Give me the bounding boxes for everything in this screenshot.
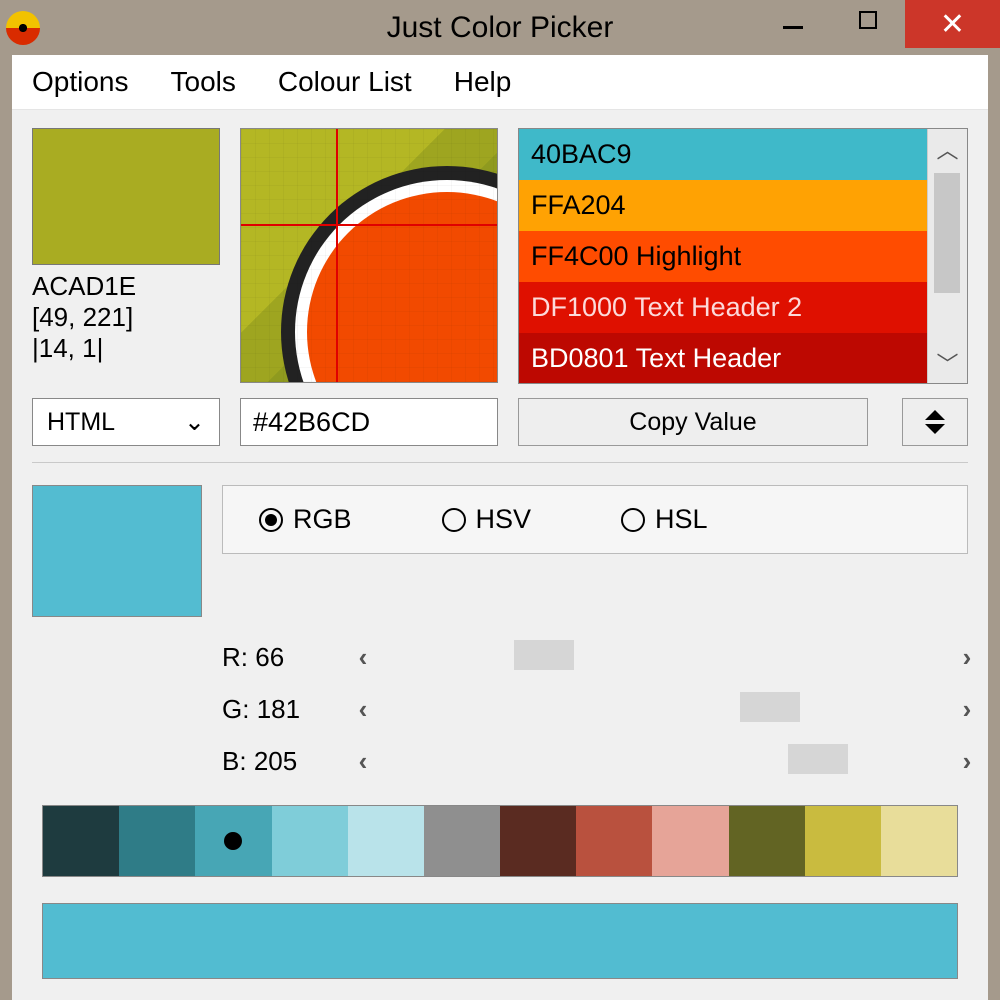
channel-g-slider[interactable]: ‹ ›	[342, 688, 988, 730]
channel-g: G: 181 ‹ ›	[222, 683, 988, 735]
colour-list-item[interactable]: DF1000 Text Header 2	[519, 282, 927, 333]
palette-swatch[interactable]	[195, 806, 271, 876]
channel-b-slider[interactable]: ‹ ›	[342, 740, 988, 782]
palette-swatch[interactable]	[500, 806, 576, 876]
chevron-down-icon: ⌄	[184, 407, 205, 437]
palette-selected-dot-icon	[224, 832, 242, 850]
zoom-column	[240, 128, 498, 384]
palette-swatch[interactable]	[652, 806, 728, 876]
slider-right-icon[interactable]: ›	[946, 636, 988, 678]
list-stepper[interactable]	[902, 398, 968, 446]
slider-thumb[interactable]	[740, 692, 800, 722]
radio-dot-icon	[259, 508, 283, 532]
picked-column: ACAD1E [49, 221] |14, 1|	[32, 128, 220, 384]
slider-left-icon[interactable]: ‹	[342, 740, 384, 782]
radio-dot-icon	[442, 508, 466, 532]
palette-swatch[interactable]	[272, 806, 348, 876]
palette-swatch[interactable]	[881, 806, 957, 876]
channel-b: B: 205 ‹ ›	[222, 735, 988, 787]
zoom-preview	[240, 128, 498, 383]
client-area: Options Tools Colour List Help ACAD1E [4…	[12, 55, 988, 1000]
top-row: ACAD1E [49, 221] |14, 1| 40BAC9FFA204FF4…	[12, 110, 988, 384]
picked-rel-pos: |14, 1|	[32, 333, 220, 364]
palette-swatch[interactable]	[576, 806, 652, 876]
slider-right-icon[interactable]: ›	[946, 688, 988, 730]
colour-list-scrollbar[interactable]: ︿ ﹀	[927, 129, 967, 383]
channel-g-label: G: 181	[222, 694, 342, 725]
colour-list-item[interactable]: BD0801 Text Header	[519, 333, 927, 384]
scroll-thumb[interactable]	[934, 173, 960, 293]
menubar: Options Tools Colour List Help	[12, 55, 988, 110]
radio-dot-icon	[621, 508, 645, 532]
titlebar: Just Color Picker ✕	[0, 0, 1000, 55]
menu-colour-list[interactable]: Colour List	[278, 66, 412, 98]
palette-swatch[interactable]	[805, 806, 881, 876]
menu-tools[interactable]: Tools	[171, 66, 236, 98]
palette-swatch[interactable]	[119, 806, 195, 876]
palette-swatch[interactable]	[348, 806, 424, 876]
slider-thumb[interactable]	[788, 744, 848, 774]
copy-value-label: Copy Value	[629, 408, 756, 437]
format-dropdown[interactable]: HTML ⌄	[32, 398, 220, 446]
radio-hsl[interactable]: HSL	[621, 504, 708, 535]
copy-value-button[interactable]: Copy Value	[518, 398, 868, 446]
color-value-field[interactable]: #42B6CD	[240, 398, 498, 446]
radio-hsl-label: HSL	[655, 504, 708, 535]
channels: R: 66 ‹ › G: 181 ‹ › B: 205 ‹	[12, 631, 988, 787]
channel-b-label: B: 205	[222, 746, 342, 777]
colour-list-column: 40BAC9FFA204FF4C00 HighlightDF1000 Text …	[518, 128, 968, 384]
menu-options[interactable]: Options	[32, 66, 129, 98]
channel-r-label: R: 66	[222, 642, 342, 673]
crosshair-v-icon	[336, 129, 338, 382]
palette-row	[42, 805, 958, 877]
window-buttons: ✕	[755, 0, 1000, 45]
selected-swatch	[32, 485, 202, 617]
picked-screen-pos: [49, 221]	[32, 302, 220, 333]
channel-r: R: 66 ‹ ›	[222, 631, 988, 683]
format-selected: HTML	[47, 408, 115, 437]
app-icon	[6, 11, 40, 45]
app-window: Just Color Picker ✕ Options Tools Colour…	[0, 0, 1000, 1000]
channel-r-slider[interactable]: ‹ ›	[342, 636, 988, 678]
stepper-up-icon	[925, 410, 945, 420]
maximize-button[interactable]	[830, 0, 905, 40]
radio-rgb-label: RGB	[293, 504, 352, 535]
color-value-text: #42B6CD	[253, 407, 370, 438]
editor-row: RGB HSV HSL	[12, 463, 988, 617]
palette-swatch[interactable]	[424, 806, 500, 876]
scroll-down-icon[interactable]: ﹀	[928, 343, 967, 383]
slider-right-icon[interactable]: ›	[946, 740, 988, 782]
colour-list-item[interactable]: FFA204	[519, 180, 927, 231]
radio-rgb[interactable]: RGB	[259, 504, 352, 535]
radio-hsv-label: HSV	[476, 504, 532, 535]
palette-swatch[interactable]	[729, 806, 805, 876]
colour-list[interactable]: 40BAC9FFA204FF4C00 HighlightDF1000 Text …	[518, 128, 968, 384]
slider-left-icon[interactable]: ‹	[342, 688, 384, 730]
colour-list-item[interactable]: 40BAC9	[519, 129, 927, 180]
minimize-button[interactable]	[755, 0, 830, 40]
palette-swatch[interactable]	[43, 806, 119, 876]
crosshair-h-icon	[241, 224, 497, 226]
slider-thumb[interactable]	[514, 640, 574, 670]
color-model-group: RGB HSV HSL	[222, 485, 968, 554]
picked-meta: ACAD1E [49, 221] |14, 1|	[32, 271, 220, 365]
colour-list-item[interactable]: FF4C00 Highlight	[519, 231, 927, 282]
slider-left-icon[interactable]: ‹	[342, 636, 384, 678]
gradient-bar[interactable]	[42, 903, 958, 979]
model-area: RGB HSV HSL	[222, 485, 968, 617]
stepper-down-icon	[925, 424, 945, 434]
close-button[interactable]: ✕	[905, 0, 1000, 48]
value-row: HTML ⌄ #42B6CD Copy Value	[12, 384, 988, 462]
picked-hex: ACAD1E	[32, 271, 220, 302]
picked-swatch	[32, 128, 220, 265]
radio-hsv[interactable]: HSV	[442, 504, 532, 535]
menu-help[interactable]: Help	[454, 66, 512, 98]
scroll-up-icon[interactable]: ︿	[928, 129, 967, 169]
